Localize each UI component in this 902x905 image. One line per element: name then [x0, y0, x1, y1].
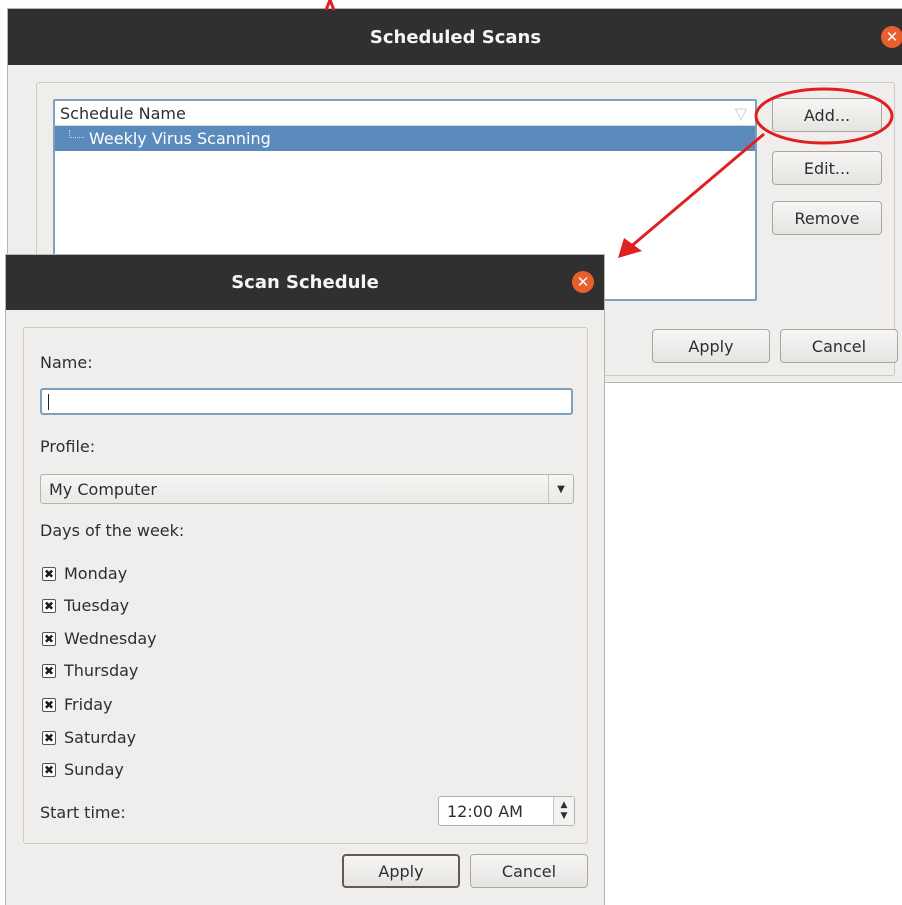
profile-select[interactable]: My Computer ▼ [40, 474, 574, 504]
checkbox-check-icon: ✖ [42, 762, 56, 777]
add-button-label: Add... [803, 105, 851, 125]
spin-buttons[interactable]: ▲ ▼ [553, 797, 574, 825]
checkbox-check-icon: ✖ [42, 598, 56, 613]
remove-button[interactable]: Remove [772, 201, 882, 235]
friday-label: Friday [64, 695, 113, 714]
scan-schedule-dialog: Scan Schedule ✕ Name: Profile: My Comput… [5, 254, 605, 905]
scheduled-scans-title: Scheduled Scans [369, 26, 542, 48]
spin-up-icon[interactable]: ▲ [561, 800, 568, 811]
scan-schedule-titlebar: Scan Schedule ✕ [6, 255, 604, 310]
list-item[interactable]: Weekly Virus Scanning [55, 126, 755, 151]
profile-label: Profile: [40, 437, 96, 456]
days-of-week-label: Days of the week: [40, 521, 185, 540]
saturday-checkbox[interactable]: ✖ Saturday [42, 728, 136, 747]
thursday-checkbox[interactable]: ✖ Thursday [42, 661, 138, 680]
spin-down-icon[interactable]: ▼ [561, 811, 568, 822]
checkbox-check-icon: ✖ [42, 730, 56, 745]
scheduled-scans-apply-label: Apply [688, 336, 734, 356]
remove-button-label: Remove [794, 208, 860, 228]
scan-schedule-cancel-label: Cancel [501, 861, 557, 881]
schedule-name-column-header[interactable]: Schedule Name ▽ [55, 101, 755, 126]
list-item-label: Weekly Virus Scanning [89, 129, 271, 148]
start-time-value: 12:00 AM [447, 801, 523, 821]
wednesday-checkbox[interactable]: ✖ Wednesday [42, 629, 157, 648]
tuesday-checkbox[interactable]: ✖ Tuesday [42, 596, 129, 615]
dropdown-arrow-icon: ▼ [548, 475, 573, 503]
edit-button-label: Edit... [803, 158, 851, 178]
close-icon: ✕ [885, 27, 899, 46]
sunday-label: Sunday [64, 760, 124, 779]
scheduled-scans-apply-button[interactable]: Apply [652, 329, 770, 363]
sort-triangle-icon: ▽ [734, 104, 747, 123]
checkbox-check-icon: ✖ [42, 697, 56, 712]
saturday-label: Saturday [64, 728, 137, 747]
scan-schedule-close-button[interactable]: ✕ [572, 271, 594, 293]
thursday-label: Thursday [64, 661, 139, 680]
close-icon: ✕ [576, 272, 590, 291]
friday-checkbox[interactable]: ✖ Friday [42, 695, 113, 714]
monday-checkbox[interactable]: ✖ Monday [42, 564, 127, 583]
scheduled-scans-close-button[interactable]: ✕ [881, 26, 902, 48]
checkbox-check-icon: ✖ [42, 566, 56, 581]
checkbox-check-icon: ✖ [42, 663, 56, 678]
scheduled-scans-cancel-label: Cancel [811, 336, 867, 356]
monday-label: Monday [64, 564, 128, 583]
scan-schedule-title: Scan Schedule [231, 272, 379, 293]
scan-schedule-apply-label: Apply [378, 861, 424, 881]
name-label: Name: [40, 353, 93, 372]
text-caret [48, 394, 49, 410]
wednesday-label: Wednesday [64, 629, 157, 648]
sunday-checkbox[interactable]: ✖ Sunday [42, 760, 124, 779]
start-time-label: Start time: [40, 803, 126, 822]
scan-schedule-apply-button[interactable]: Apply [342, 854, 460, 888]
add-button[interactable]: Add... [772, 98, 882, 132]
name-field[interactable] [40, 388, 573, 415]
scan-schedule-cancel-button[interactable]: Cancel [470, 854, 588, 888]
tree-branch-icon [69, 130, 84, 138]
scheduled-scans-titlebar: Scheduled Scans ✕ [8, 9, 902, 65]
checkbox-check-icon: ✖ [42, 631, 56, 646]
scheduled-scans-cancel-button[interactable]: Cancel [780, 329, 898, 363]
tuesday-label: Tuesday [64, 596, 130, 615]
schedule-name-header-label: Schedule Name [60, 103, 186, 123]
profile-select-value: My Computer [49, 479, 157, 499]
start-time-spinbox[interactable]: 12:00 AM ▲ ▼ [438, 796, 575, 826]
edit-button[interactable]: Edit... [772, 151, 882, 185]
